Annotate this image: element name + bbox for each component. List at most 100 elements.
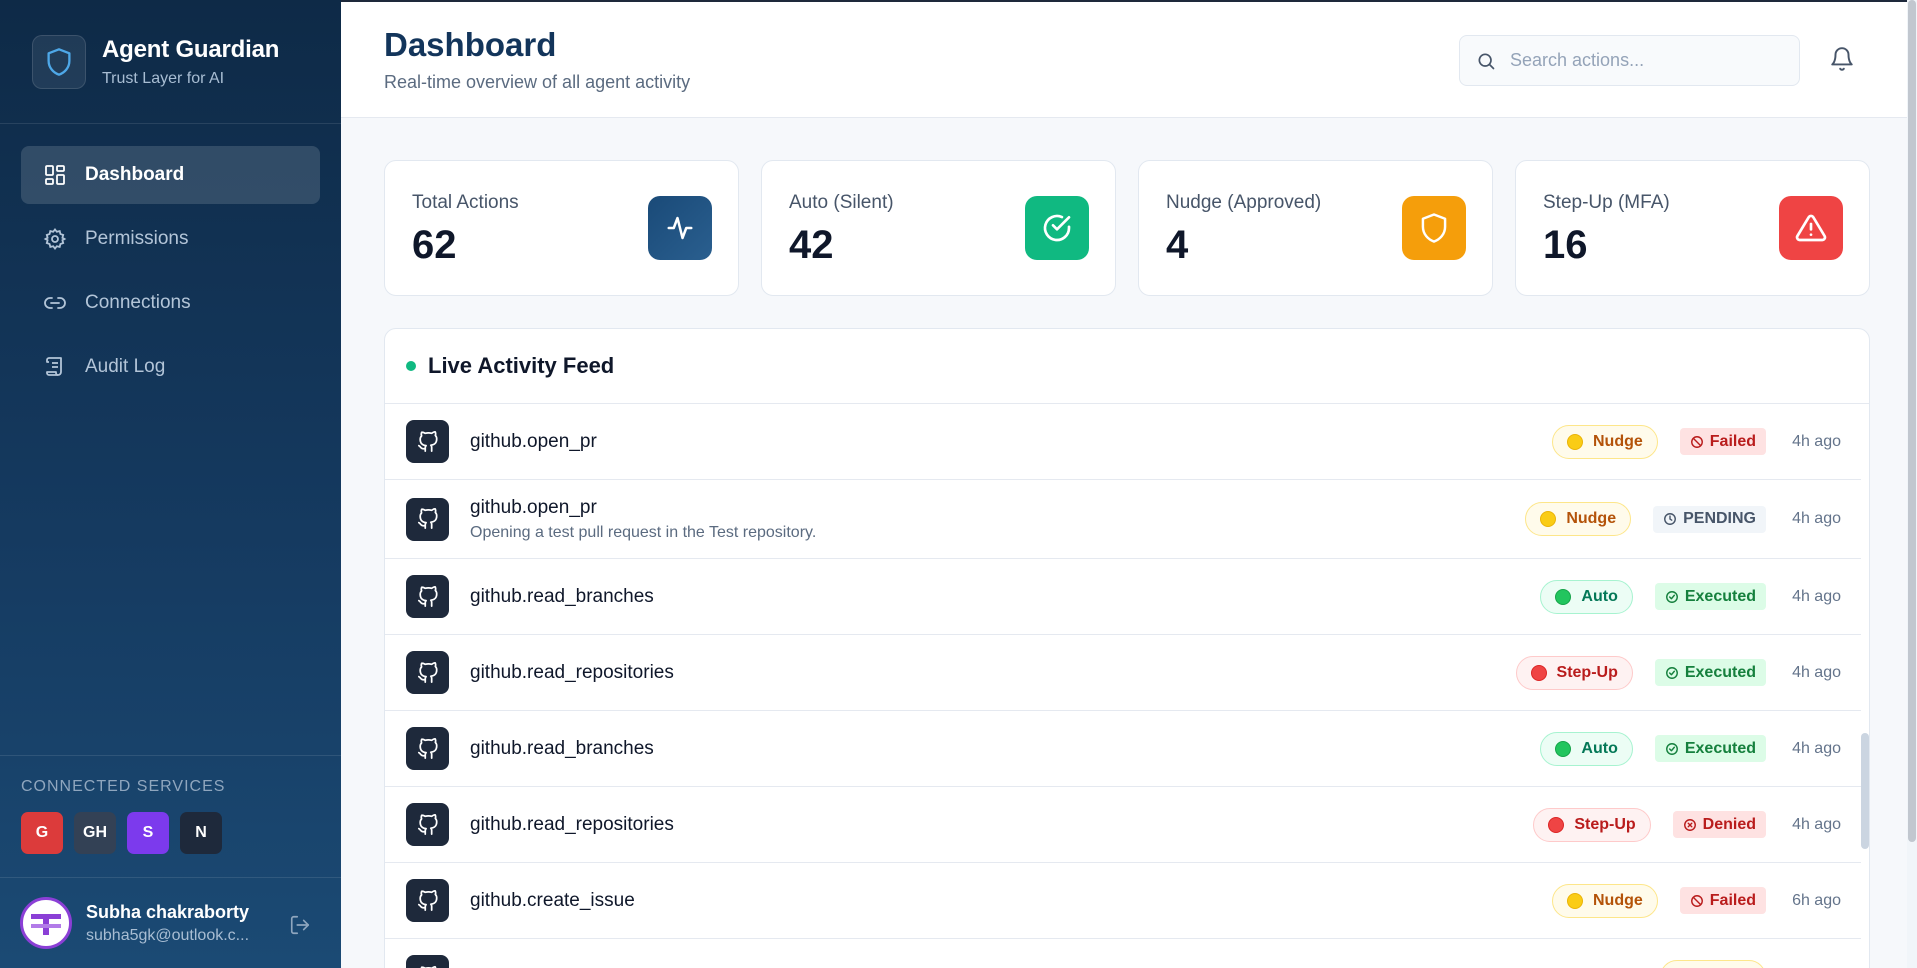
ban-icon bbox=[1690, 894, 1703, 907]
user-profile[interactable]: Subha chakraborty subha5gk@outlook.c... bbox=[0, 877, 341, 968]
page-scrollbar[interactable] bbox=[1907, 0, 1917, 968]
tier-badge: Step-Up bbox=[1533, 807, 1651, 842]
shield-logo-icon bbox=[32, 34, 86, 89]
status-badge: Executed bbox=[1654, 659, 1766, 686]
timestamp: 4h ago bbox=[1792, 432, 1841, 450]
tier-dot-icon bbox=[1530, 664, 1547, 681]
stat-label: Auto (Silent) bbox=[789, 192, 894, 213]
sidebar-item-audit-log[interactable]: Audit Log bbox=[21, 338, 320, 396]
feed-scrollbar[interactable] bbox=[1861, 733, 1869, 849]
timestamp: 4h ago bbox=[1792, 739, 1841, 757]
page-subtitle: Real-time overview of all agent activity bbox=[384, 72, 691, 92]
sidebar-item-connections[interactable]: Connections bbox=[21, 274, 320, 332]
tier-badge: Nudge bbox=[1551, 883, 1658, 918]
feed-row[interactable]: github.create_issueNudge bbox=[385, 939, 1861, 968]
stat-card-step-up: Step-Up (MFA) 16 bbox=[1515, 160, 1870, 296]
sidebar-item-label: Connections bbox=[85, 292, 191, 313]
gear-icon bbox=[43, 228, 67, 250]
action-name: github.read_branches bbox=[470, 737, 654, 759]
stat-value: 4 bbox=[1166, 223, 1189, 267]
tier-dot-icon bbox=[1540, 511, 1557, 527]
brand[interactable]: Agent Guardian Trust Layer for AI bbox=[0, 0, 341, 124]
status-badge: Failed bbox=[1679, 887, 1766, 914]
activity-icon bbox=[648, 196, 712, 260]
github-icon bbox=[406, 955, 449, 968]
logout-button[interactable] bbox=[289, 914, 311, 941]
status-label: Executed bbox=[1684, 739, 1756, 757]
tier-dot-icon bbox=[1555, 740, 1572, 757]
action-description: Opening a test pull request in the Test … bbox=[470, 523, 817, 541]
action-name: github.read_repositories bbox=[470, 661, 674, 683]
github-icon bbox=[406, 575, 449, 618]
action-name: github.read_branches bbox=[470, 585, 654, 607]
service-notion-badge[interactable]: N bbox=[180, 812, 222, 854]
status-label: PENDING bbox=[1683, 510, 1756, 527]
feed-row[interactable]: github.read_repositories Step-Up Denied 4h … bbox=[385, 787, 1861, 863]
github-icon bbox=[406, 420, 449, 463]
row-meta: Nudge PENDING 4h ago bbox=[1525, 480, 1841, 558]
tier-dot-icon bbox=[1566, 433, 1583, 450]
status-badge: Executed bbox=[1654, 583, 1766, 610]
notifications-button[interactable] bbox=[1829, 46, 1855, 77]
tier-badge: Nudge bbox=[1660, 959, 1766, 968]
service-slack-badge[interactable]: S bbox=[127, 812, 169, 854]
stat-card-total-actions: Total Actions 62 bbox=[384, 160, 739, 296]
x-circle-icon bbox=[1683, 818, 1696, 831]
feed-row[interactable]: github.read_branches Auto Executed 4h ago bbox=[385, 711, 1861, 787]
sidebar-nav: Dashboard Permissions Connections Audit … bbox=[0, 124, 341, 424]
brand-subtitle: Trust Layer for AI bbox=[102, 69, 225, 87]
link-icon bbox=[44, 297, 66, 309]
status-badge: Failed bbox=[1679, 428, 1766, 455]
stat-value: 16 bbox=[1543, 223, 1588, 267]
ban-icon bbox=[1690, 435, 1703, 448]
stat-value: 62 bbox=[412, 223, 457, 267]
tier-badge: Auto bbox=[1540, 579, 1633, 614]
feed-row[interactable]: github.open_pr Opening a test pull reques… bbox=[385, 480, 1861, 559]
timestamp: 4h ago bbox=[1792, 663, 1841, 681]
row-meta: Auto Executed 4h ago bbox=[1540, 711, 1841, 786]
status-badge: Executed bbox=[1654, 735, 1766, 762]
timestamp: 4h ago bbox=[1792, 587, 1841, 605]
feed-row[interactable]: github.read_branches Auto Executed 4h ago bbox=[385, 559, 1861, 635]
stat-card-auto: Auto (Silent) 42 bbox=[761, 160, 1116, 296]
check-circle-icon bbox=[1025, 196, 1089, 260]
status-label: Denied bbox=[1702, 815, 1756, 833]
shield-icon bbox=[1402, 196, 1466, 260]
tier-label: Auto bbox=[1581, 739, 1618, 757]
page-scrollbar-thumb[interactable] bbox=[1908, 0, 1916, 842]
dashboard-icon bbox=[45, 165, 65, 185]
feed-row[interactable]: github.read_repositories Step-Up Executed 4… bbox=[385, 635, 1861, 711]
status-badge: Denied bbox=[1672, 811, 1766, 838]
timestamp: 4h ago bbox=[1792, 815, 1841, 833]
bell-icon bbox=[1831, 47, 1853, 71]
page-header: Dashboard Real-time overview of all agen… bbox=[341, 0, 1917, 118]
feed-row[interactable]: github.open_pr Nudge Failed 4h ago bbox=[385, 404, 1861, 480]
sidebar-item-label: Audit Log bbox=[85, 356, 166, 377]
sidebar-item-permissions[interactable]: Permissions bbox=[21, 210, 320, 268]
stat-label: Step-Up (MFA) bbox=[1543, 192, 1670, 213]
timestamp: 6h ago bbox=[1792, 891, 1841, 909]
github-icon bbox=[406, 879, 449, 922]
status-label: Executed bbox=[1684, 663, 1756, 681]
sidebar-item-label: Permissions bbox=[85, 228, 189, 249]
connected-services: CONNECTED SERVICES G GH S N bbox=[0, 755, 341, 854]
search-input[interactable] bbox=[1510, 50, 1780, 71]
github-icon bbox=[406, 727, 449, 770]
tier-badge: Nudge bbox=[1525, 502, 1632, 536]
row-meta: Nudge Failed 6h ago bbox=[1551, 863, 1841, 938]
stat-card-nudge: Nudge (Approved) 4 bbox=[1138, 160, 1493, 296]
user-name: Subha chakraborty bbox=[86, 901, 250, 922]
check-circle-icon bbox=[1665, 742, 1678, 755]
sidebar-item-dashboard[interactable]: Dashboard bbox=[21, 146, 320, 204]
tier-label: Auto bbox=[1581, 587, 1618, 605]
tier-label: Step-Up bbox=[1556, 663, 1618, 681]
search-box[interactable] bbox=[1459, 35, 1800, 86]
github-icon bbox=[406, 651, 449, 694]
stat-value: 42 bbox=[789, 223, 834, 267]
tier-badge: Step-Up bbox=[1515, 655, 1633, 690]
feed-header: Live Activity Feed bbox=[385, 329, 1869, 404]
service-google-badge[interactable]: G bbox=[21, 812, 63, 854]
stat-label: Nudge (Approved) bbox=[1166, 192, 1322, 213]
service-github-badge[interactable]: GH bbox=[74, 812, 116, 854]
feed-row[interactable]: github.create_issue Nudge Failed 6h ago bbox=[385, 863, 1861, 939]
